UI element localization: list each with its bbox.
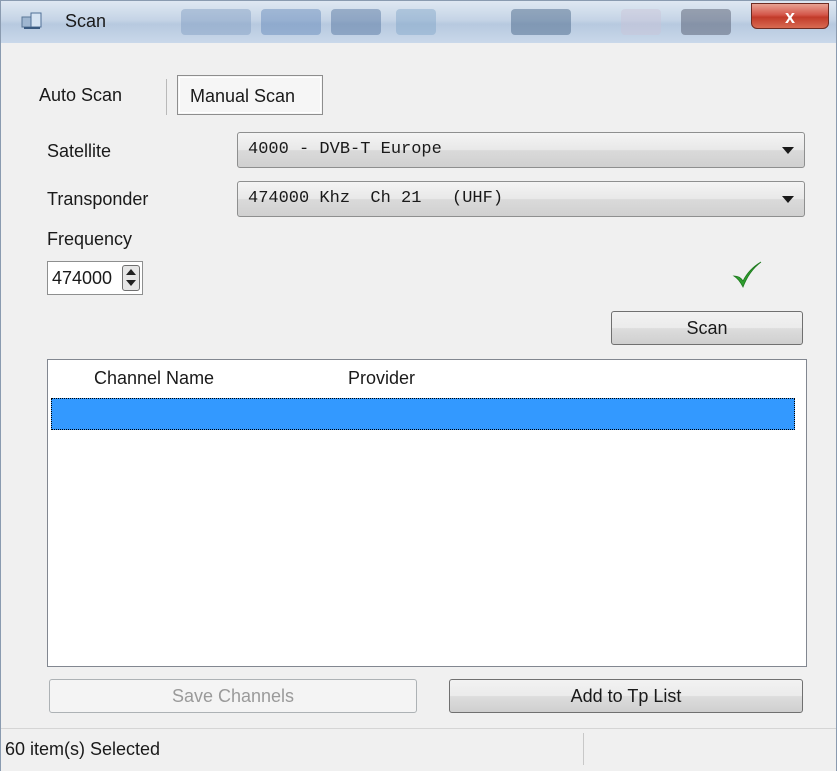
transponder-dropdown[interactable]: 474000 Khz Ch 21 (UHF)	[237, 181, 805, 217]
column-header-provider[interactable]: Provider	[348, 368, 415, 389]
spin-down-icon[interactable]	[126, 280, 136, 286]
column-header-channel-name[interactable]: Channel Name	[94, 368, 214, 389]
frequency-stepper[interactable]: 474000	[47, 261, 143, 295]
frequency-value[interactable]: 474000	[52, 268, 112, 289]
satellite-dropdown[interactable]: 4000 - DVB-T Europe	[237, 132, 805, 168]
satellite-label: Satellite	[47, 141, 112, 161]
status-text: 60 item(s) Selected	[5, 739, 161, 759]
close-icon: x	[784, 7, 795, 27]
status-divider	[583, 733, 584, 765]
transponder-label: Transponder	[47, 189, 149, 209]
list-header: Channel Name Provider	[48, 360, 806, 392]
scan-window: Scan x Auto Scan Manual Scan Satellite 4…	[0, 0, 837, 771]
scan-app-icon	[21, 12, 42, 29]
spin-up-icon[interactable]	[126, 269, 136, 275]
satellite-value: 4000 - DVB-T Europe	[248, 140, 442, 159]
add-to-tp-list-button[interactable]: Add to Tp List	[449, 679, 803, 713]
checkmark-icon	[732, 261, 762, 288]
status-bar: 60 item(s) Selected	[1, 728, 836, 771]
close-button[interactable]: x	[751, 3, 829, 29]
channel-list[interactable]: Channel Name Provider	[47, 359, 807, 667]
save-channels-button[interactable]: Save Channels	[49, 679, 417, 713]
tab-manual-scan[interactable]: Manual Scan	[177, 75, 323, 115]
chevron-down-icon	[782, 147, 794, 154]
tab-divider	[166, 79, 167, 115]
tab-manual-scan-label: Manual Scan	[190, 86, 296, 106]
list-item[interactable]	[51, 398, 795, 430]
scan-button[interactable]: Scan	[611, 311, 803, 345]
tab-auto-scan[interactable]: Auto Scan	[39, 85, 122, 106]
chevron-down-icon	[782, 196, 794, 203]
frequency-spinner[interactable]	[122, 265, 140, 291]
window-title: Scan	[65, 11, 107, 31]
title-bar[interactable]: Scan x	[1, 1, 836, 43]
transponder-value: 474000 Khz Ch 21 (UHF)	[248, 189, 504, 208]
frequency-label: Frequency	[47, 229, 133, 249]
